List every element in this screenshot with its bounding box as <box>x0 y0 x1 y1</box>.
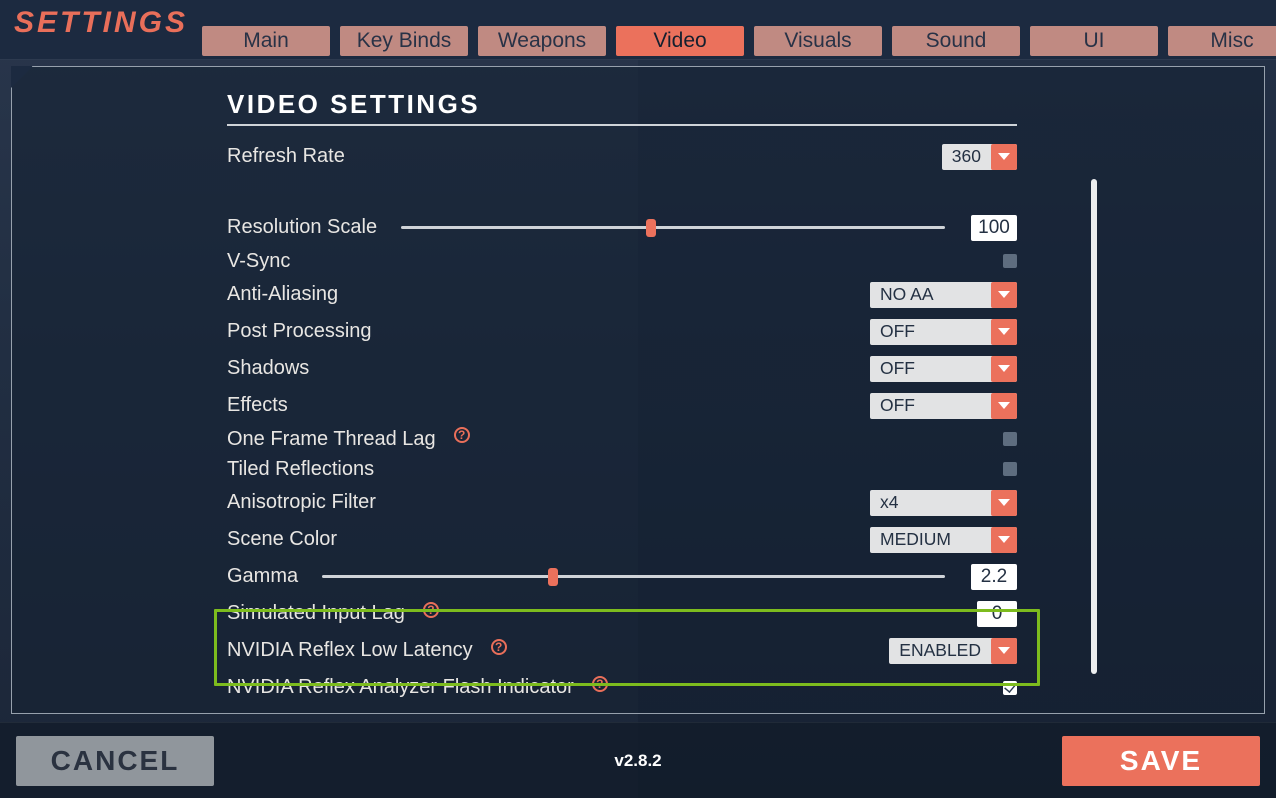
row-vsync: V-Sync <box>227 246 1017 276</box>
resolution-scale-slider[interactable] <box>401 220 945 236</box>
post-processing-label: Post Processing <box>227 320 372 343</box>
shadows-value: OFF <box>870 358 991 379</box>
gamma-value[interactable]: 2.2 <box>971 564 1017 590</box>
chevron-down-icon <box>991 393 1017 419</box>
shadows-dropdown[interactable]: OFF <box>870 356 1017 382</box>
simulated-input-lag-value[interactable]: 0 <box>977 601 1017 627</box>
simulated-input-lag-label: Simulated Input Lag <box>227 602 405 625</box>
row-gamma: Gamma 2.2 <box>227 558 1017 595</box>
footer: CANCEL v2.8.2 SAVE <box>0 722 1276 798</box>
scene-color-value: MEDIUM <box>870 529 991 550</box>
tab-weapons[interactable]: Weapons <box>478 26 606 56</box>
panel-corner-cut <box>11 66 33 88</box>
tab-main[interactable]: Main <box>202 26 330 56</box>
row-refresh-rate: Refresh Rate 360 <box>227 138 1017 175</box>
vsync-checkbox[interactable] <box>1003 254 1017 268</box>
post-processing-value: OFF <box>870 321 991 342</box>
row-tiled-reflections: Tiled Reflections <box>227 454 1017 484</box>
nvidia-reflex-label: NVIDIA Reflex Low Latency <box>227 639 473 662</box>
row-nvidia-analyzer: NVIDIA Reflex Analyzer Flash Indicator ? <box>227 669 1017 706</box>
row-shadows: Shadows OFF <box>227 350 1017 387</box>
chevron-down-icon <box>991 527 1017 553</box>
resolution-scale-value[interactable]: 100 <box>971 215 1017 241</box>
tiled-reflections-checkbox[interactable] <box>1003 462 1017 476</box>
row-resolution-scale: Resolution Scale 100 <box>227 209 1017 246</box>
scene-color-dropdown[interactable]: MEDIUM <box>870 527 1017 553</box>
settings-panel: VIDEO SETTINGS Refresh Rate 360 Resoluti… <box>11 66 1265 714</box>
effects-dropdown[interactable]: OFF <box>870 393 1017 419</box>
refresh-rate-label: Refresh Rate <box>227 145 345 168</box>
chevron-down-icon <box>991 144 1017 170</box>
anti-aliasing-value: NO AA <box>870 284 991 305</box>
row-nvidia-reflex: NVIDIA Reflex Low Latency ? ENABLED <box>227 632 1017 669</box>
scrollbar[interactable] <box>1091 179 1097 674</box>
nvidia-analyzer-label: NVIDIA Reflex Analyzer Flash Indicator <box>227 676 574 699</box>
row-scene-color: Scene Color MEDIUM <box>227 521 1017 558</box>
tab-keybinds[interactable]: Key Binds <box>340 26 468 56</box>
tiled-reflections-label: Tiled Reflections <box>227 458 374 481</box>
version-label: v2.8.2 <box>614 751 661 771</box>
row-one-frame-thread-lag: One Frame Thread Lag ? <box>227 424 1017 454</box>
section-heading: VIDEO SETTINGS <box>227 89 1017 126</box>
tab-video[interactable]: Video <box>616 26 744 56</box>
one-frame-thread-lag-label: One Frame Thread Lag <box>227 428 436 451</box>
anti-aliasing-label: Anti-Aliasing <box>227 283 338 306</box>
anisotropic-filter-value: x4 <box>870 492 991 513</box>
shadows-label: Shadows <box>227 357 309 380</box>
row-post-processing: Post Processing OFF <box>227 313 1017 350</box>
topbar: SETTINGS Main Key Binds Weapons Video Vi… <box>0 0 1276 60</box>
help-icon[interactable]: ? <box>454 427 470 443</box>
post-processing-dropdown[interactable]: OFF <box>870 319 1017 345</box>
chevron-down-icon <box>991 282 1017 308</box>
one-frame-thread-lag-checkbox[interactable] <box>1003 432 1017 446</box>
row-effects: Effects OFF <box>227 387 1017 424</box>
gamma-label: Gamma <box>227 565 298 588</box>
help-icon[interactable]: ? <box>423 602 439 618</box>
resolution-scale-label: Resolution Scale <box>227 216 377 239</box>
chevron-down-icon <box>991 490 1017 516</box>
vsync-label: V-Sync <box>227 250 290 273</box>
tab-sound[interactable]: Sound <box>892 26 1020 56</box>
nvidia-analyzer-checkbox[interactable] <box>1003 681 1017 695</box>
refresh-rate-value: 360 <box>942 146 991 167</box>
nvidia-reflex-value: ENABLED <box>889 640 991 661</box>
row-simulated-input-lag: Simulated Input Lag ? 0 <box>227 595 1017 632</box>
refresh-rate-dropdown[interactable]: 360 <box>942 144 1017 170</box>
help-icon[interactable]: ? <box>592 676 608 692</box>
tab-visuals[interactable]: Visuals <box>754 26 882 56</box>
chevron-down-icon <box>991 638 1017 664</box>
help-icon[interactable]: ? <box>491 639 507 655</box>
gamma-slider[interactable] <box>322 569 945 585</box>
tab-ui[interactable]: UI <box>1030 26 1158 56</box>
nvidia-reflex-dropdown[interactable]: ENABLED <box>889 638 1017 664</box>
chevron-down-icon <box>991 319 1017 345</box>
effects-value: OFF <box>870 395 991 416</box>
anisotropic-filter-label: Anisotropic Filter <box>227 491 376 514</box>
row-anisotropic-filter: Anisotropic Filter x4 <box>227 484 1017 521</box>
settings-title: SETTINGS <box>14 4 188 40</box>
tabs: Main Key Binds Weapons Video Visuals Sou… <box>202 26 1276 56</box>
cancel-button[interactable]: CANCEL <box>16 736 214 786</box>
scene-color-label: Scene Color <box>227 528 337 551</box>
tab-misc[interactable]: Misc <box>1168 26 1276 56</box>
chevron-down-icon <box>991 356 1017 382</box>
save-button[interactable]: SAVE <box>1062 736 1260 786</box>
anti-aliasing-dropdown[interactable]: NO AA <box>870 282 1017 308</box>
effects-label: Effects <box>227 394 288 417</box>
row-anti-aliasing: Anti-Aliasing NO AA <box>227 276 1017 313</box>
anisotropic-filter-dropdown[interactable]: x4 <box>870 490 1017 516</box>
